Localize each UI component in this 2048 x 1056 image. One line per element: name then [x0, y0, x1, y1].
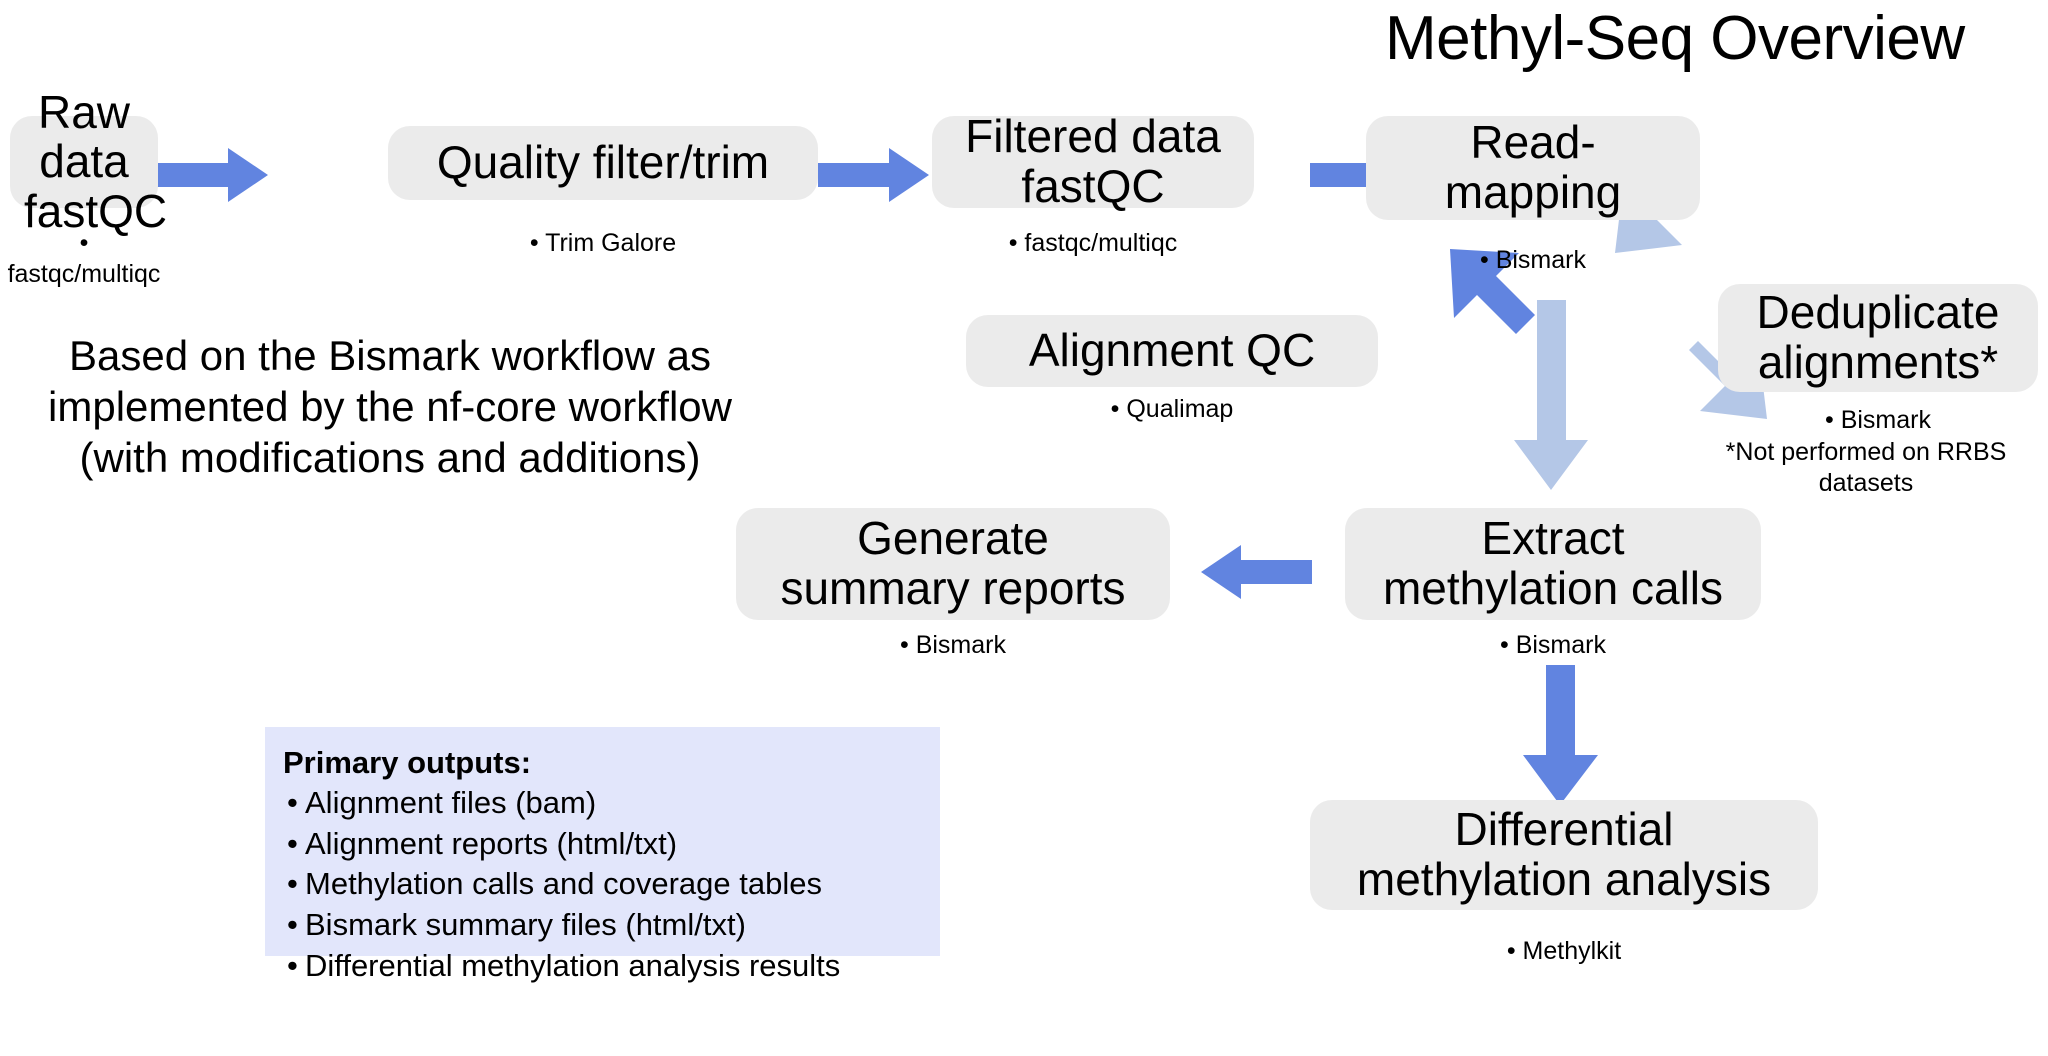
node-quality-filter[interactable]: Quality filter/trim	[388, 126, 818, 200]
primary-outputs-item: Alignment reports (html/txt)	[283, 824, 920, 865]
arrow-readmapping-to-extract	[1514, 300, 1588, 490]
node-alignment-qc-caption: • Qualimap	[1110, 395, 1234, 423]
primary-outputs-item: Bismark summary files (html/txt)	[283, 905, 920, 946]
node-differential-label: Differential methylation analysis	[1356, 803, 1772, 905]
node-differential[interactable]: Differential methylation analysis	[1310, 800, 1818, 910]
primary-outputs-panel: Primary outputs: Alignment files (bam) A…	[265, 727, 940, 987]
node-read-mapping-label: Read- mapping	[1444, 116, 1622, 218]
node-extract-calls-label: Extract methylation calls	[1382, 512, 1724, 614]
node-raw-data[interactable]: Raw data fastQC	[10, 87, 167, 236]
node-filtered-data[interactable]: Filtered data fastQC	[932, 111, 1254, 211]
page-title: Methyl-Seq Overview	[1385, 4, 1965, 73]
arrow-raw-to-quality	[157, 148, 268, 202]
primary-outputs-item: Alignment files (bam)	[283, 783, 920, 824]
node-extract-calls[interactable]: Extract methylation calls	[1345, 508, 1761, 620]
node-generate-reports[interactable]: Generate summary reports	[736, 508, 1170, 620]
node-differential-caption: • Methylkit	[1506, 937, 1622, 965]
node-quality-filter-label: Quality filter/trim	[436, 136, 770, 189]
arrow-quality-to-filtered	[818, 148, 929, 202]
primary-outputs-item: Methylation calls and coverage tables	[283, 864, 920, 905]
node-deduplicate[interactable]: Deduplicate alignments*	[1718, 284, 2038, 392]
primary-outputs-list: Alignment files (bam) Alignment reports …	[283, 783, 920, 988]
workflow-note: Based on the Bismark workflow as impleme…	[48, 332, 732, 482]
node-deduplicate-footnote: *Not performed on RRBS datasets	[1725, 438, 2007, 497]
arrow-extract-to-generate	[1201, 545, 1312, 599]
node-alignment-qc[interactable]: Alignment QC	[966, 315, 1378, 387]
node-deduplicate-caption: • Bismark	[1825, 406, 1931, 434]
node-extract-calls-caption: • Bismark	[1500, 631, 1606, 659]
node-alignment-qc-label: Alignment QC	[1028, 324, 1316, 377]
primary-outputs-item: Differential methylation analysis result…	[283, 946, 920, 987]
primary-outputs-title: Primary outputs:	[283, 745, 532, 780]
node-raw-data-label: Raw data fastQC	[24, 85, 168, 237]
node-generate-reports-label: Generate summary reports	[780, 512, 1126, 614]
node-read-mapping[interactable]: Read- mapping	[1366, 116, 1700, 220]
node-read-mapping-caption: • Bismark	[1480, 246, 1586, 274]
node-raw-data-caption: • fastqc/multiqc	[7, 229, 161, 288]
node-deduplicate-label: Deduplicate alignments*	[1756, 286, 2000, 388]
arrow-extract-to-differential	[1523, 665, 1598, 805]
node-filtered-data-caption: • fastqc/multiqc	[1008, 229, 1178, 257]
node-quality-filter-caption: • Trim Galore	[529, 229, 677, 257]
node-generate-reports-caption: • Bismark	[900, 631, 1006, 659]
diagram-canvas: Methyl-Seq Overview Raw data fastQC • fa…	[0, 0, 2048, 1056]
node-filtered-data-label: Filtered data fastQC	[965, 110, 1221, 212]
